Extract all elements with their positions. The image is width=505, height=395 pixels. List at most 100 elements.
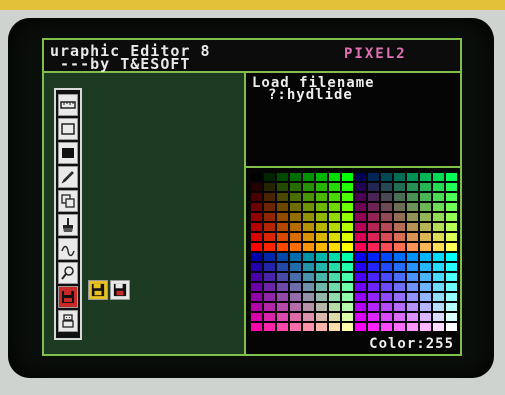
palette-color-cell[interactable] [368,203,379,211]
palette-color-cell[interactable] [251,173,262,181]
palette-color-cell[interactable] [433,173,444,181]
palette-color-cell[interactable] [303,253,314,261]
palette-color-cell[interactable] [433,303,444,311]
palette-color-cell[interactable] [420,213,431,221]
palette-color-cell[interactable] [407,203,418,211]
drawing-canvas[interactable] [44,73,244,354]
palette-color-cell[interactable] [251,223,262,231]
palette-color-cell[interactable] [277,183,288,191]
palette-color-cell[interactable] [342,273,353,281]
palette-color-cell[interactable] [355,253,366,261]
palette-color-cell[interactable] [342,243,353,251]
paint-tool[interactable] [58,214,78,236]
palette-color-cell[interactable] [290,293,301,301]
palette-color-cell[interactable] [329,213,340,221]
palette-color-cell[interactable] [420,233,431,241]
palette-color-cell[interactable] [433,243,444,251]
palette-color-cell[interactable] [381,173,392,181]
palette-color-cell[interactable] [290,273,301,281]
palette-color-cell[interactable] [277,213,288,221]
palette-color-cell[interactable] [342,213,353,221]
palette-color-cell[interactable] [316,233,327,241]
palette-color-cell[interactable] [394,173,405,181]
palette-color-cell[interactable] [394,183,405,191]
palette-color-cell[interactable] [290,323,301,331]
palette-color-cell[interactable] [433,183,444,191]
curve-tool[interactable] [58,238,78,260]
palette-color-cell[interactable] [355,183,366,191]
palette-color-cell[interactable] [368,283,379,291]
palette-color-cell[interactable] [303,263,314,271]
palette-color-cell[interactable] [329,223,340,231]
palette-color-cell[interactable] [342,183,353,191]
palette-color-cell[interactable] [394,233,405,241]
palette-color-cell[interactable] [446,223,457,231]
palette-color-cell[interactable] [394,273,405,281]
palette-color-cell[interactable] [433,283,444,291]
copy-tool[interactable] [58,190,78,212]
palette-color-cell[interactable] [264,183,275,191]
palette-color-cell[interactable] [342,193,353,201]
palette-color-cell[interactable] [368,183,379,191]
disk-tool[interactable] [58,286,78,308]
palette-color-cell[interactable] [368,243,379,251]
palette-color-cell[interactable] [381,253,392,261]
palette-color-cell[interactable] [394,313,405,321]
load-disk-option[interactable] [110,280,130,300]
palette-color-cell[interactable] [433,293,444,301]
palette-color-cell[interactable] [433,273,444,281]
palette-color-cell[interactable] [316,213,327,221]
palette-color-cell[interactable] [290,303,301,311]
palette-color-cell[interactable] [355,273,366,281]
palette-color-cell[interactable] [290,193,301,201]
palette-color-cell[interactable] [407,313,418,321]
palette-color-cell[interactable] [329,303,340,311]
palette-color-cell[interactable] [446,203,457,211]
palette-color-cell[interactable] [303,223,314,231]
palette-color-cell[interactable] [368,213,379,221]
palette-color-cell[interactable] [420,323,431,331]
palette-color-cell[interactable] [316,183,327,191]
palette-color-cell[interactable] [407,283,418,291]
palette-color-cell[interactable] [355,173,366,181]
palette-color-cell[interactable] [264,203,275,211]
palette-color-cell[interactable] [251,273,262,281]
palette-color-cell[interactable] [342,323,353,331]
palette-color-cell[interactable] [407,223,418,231]
palette-color-cell[interactable] [277,223,288,231]
palette-color-cell[interactable] [290,283,301,291]
palette-color-cell[interactable] [381,273,392,281]
palette-color-cell[interactable] [446,173,457,181]
palette-color-cell[interactable] [381,233,392,241]
palette-color-cell[interactable] [329,183,340,191]
palette-color-cell[interactable] [329,323,340,331]
palette-color-cell[interactable] [264,303,275,311]
palette-color-cell[interactable] [329,293,340,301]
palette-color-cell[interactable] [407,263,418,271]
palette-color-cell[interactable] [446,193,457,201]
palette-color-cell[interactable] [407,183,418,191]
palette-color-cell[interactable] [420,223,431,231]
palette-color-cell[interactable] [303,303,314,311]
palette-color-cell[interactable] [381,243,392,251]
palette-color-cell[interactable] [394,193,405,201]
palette-color-cell[interactable] [329,243,340,251]
palette-color-cell[interactable] [303,283,314,291]
palette-color-cell[interactable] [381,313,392,321]
palette-color-cell[interactable] [355,243,366,251]
palette-color-cell[interactable] [420,243,431,251]
palette-color-cell[interactable] [316,203,327,211]
palette-color-cell[interactable] [433,193,444,201]
palette-color-cell[interactable] [355,303,366,311]
palette-color-cell[interactable] [381,303,392,311]
palette-color-cell[interactable] [446,283,457,291]
palette-color-cell[interactable] [446,213,457,221]
palette-color-cell[interactable] [303,293,314,301]
palette-color-cell[interactable] [420,273,431,281]
palette-color-cell[interactable] [342,313,353,321]
palette-color-cell[interactable] [420,303,431,311]
palette-color-cell[interactable] [277,273,288,281]
palette-color-cell[interactable] [251,203,262,211]
palette-color-cell[interactable] [368,323,379,331]
palette-color-cell[interactable] [420,203,431,211]
